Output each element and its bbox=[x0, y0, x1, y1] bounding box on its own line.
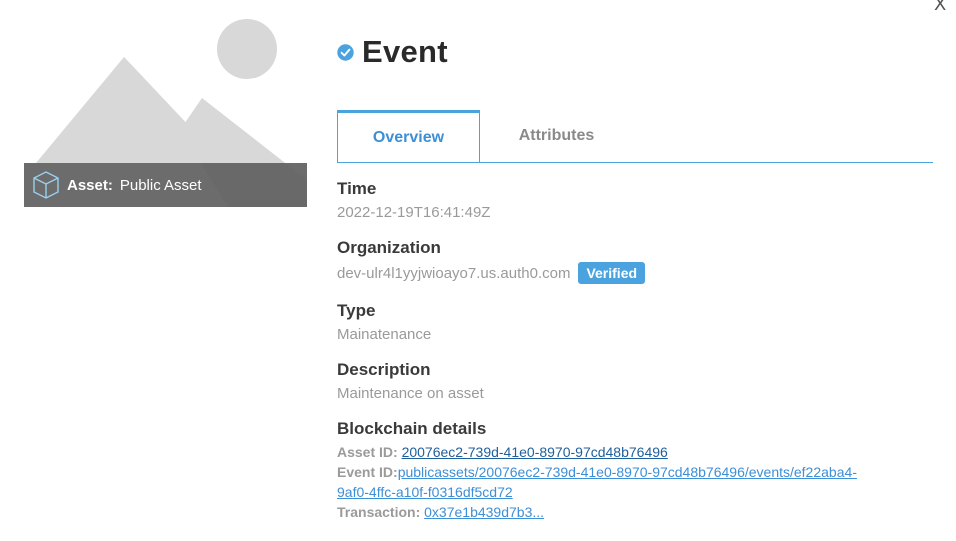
event-id-link-continued[interactable]: 9af0-4ffc-a10f-f0316df5cd72 bbox=[337, 484, 513, 500]
page-title: Event bbox=[362, 34, 448, 69]
asset-id-label: Asset ID: bbox=[337, 444, 398, 460]
tab-underline bbox=[337, 162, 933, 163]
type-value: Mainatenance bbox=[337, 326, 432, 343]
organization-label: Organization bbox=[337, 238, 441, 257]
transaction-row: Transaction: 0x37e1b439d7b3... bbox=[337, 504, 544, 520]
page-header: Event bbox=[337, 34, 448, 70]
organization-row: dev-ulr4l1yyjwioayo7.us.auth0.com Verifie… bbox=[337, 262, 646, 284]
close-button[interactable]: X bbox=[934, 0, 946, 15]
event-id-label: Event ID: bbox=[337, 464, 398, 480]
asset-id-row: Asset ID: 20076ec2-739d-41e0-8970-97cd48… bbox=[337, 444, 668, 460]
transaction-link[interactable]: 0x37e1b439d7b3... bbox=[424, 504, 544, 520]
event-id-row: Event ID:publicassets/20076ec2-739d-41e0… bbox=[337, 464, 857, 480]
asset-value: Public Asset bbox=[119, 176, 202, 194]
type-label: Type bbox=[337, 301, 376, 320]
tab-bar: Overview Attributes bbox=[337, 110, 933, 163]
asset-label: Asset: bbox=[67, 176, 113, 194]
asset-caption-bar: Asset: Public Asset bbox=[24, 163, 307, 207]
description-label: Description bbox=[337, 360, 431, 379]
time-value: 2022-12-19T16:41:49Z bbox=[337, 204, 491, 221]
asset-id-link[interactable]: 20076ec2-739d-41e0-8970-97cd48b76496 bbox=[402, 444, 668, 460]
event-id-row-continued: 9af0-4ffc-a10f-f0316df5cd72 bbox=[337, 484, 513, 500]
organization-value: dev-ulr4l1yyjwioayo7.us.auth0.com bbox=[337, 265, 571, 282]
verified-badge: Verified bbox=[578, 262, 646, 284]
description-value: Maintenance on asset bbox=[337, 385, 484, 402]
cube-icon bbox=[33, 171, 59, 199]
transaction-label: Transaction: bbox=[337, 504, 421, 520]
tab-attributes[interactable]: Attributes bbox=[488, 110, 625, 162]
time-label: Time bbox=[337, 179, 377, 198]
event-id-link[interactable]: publicassets/20076ec2-739d-41e0-8970-97c… bbox=[398, 464, 857, 480]
check-circle-icon bbox=[337, 43, 354, 61]
blockchain-details-label: Blockchain details bbox=[337, 419, 487, 438]
tab-overview[interactable]: Overview bbox=[337, 110, 480, 162]
